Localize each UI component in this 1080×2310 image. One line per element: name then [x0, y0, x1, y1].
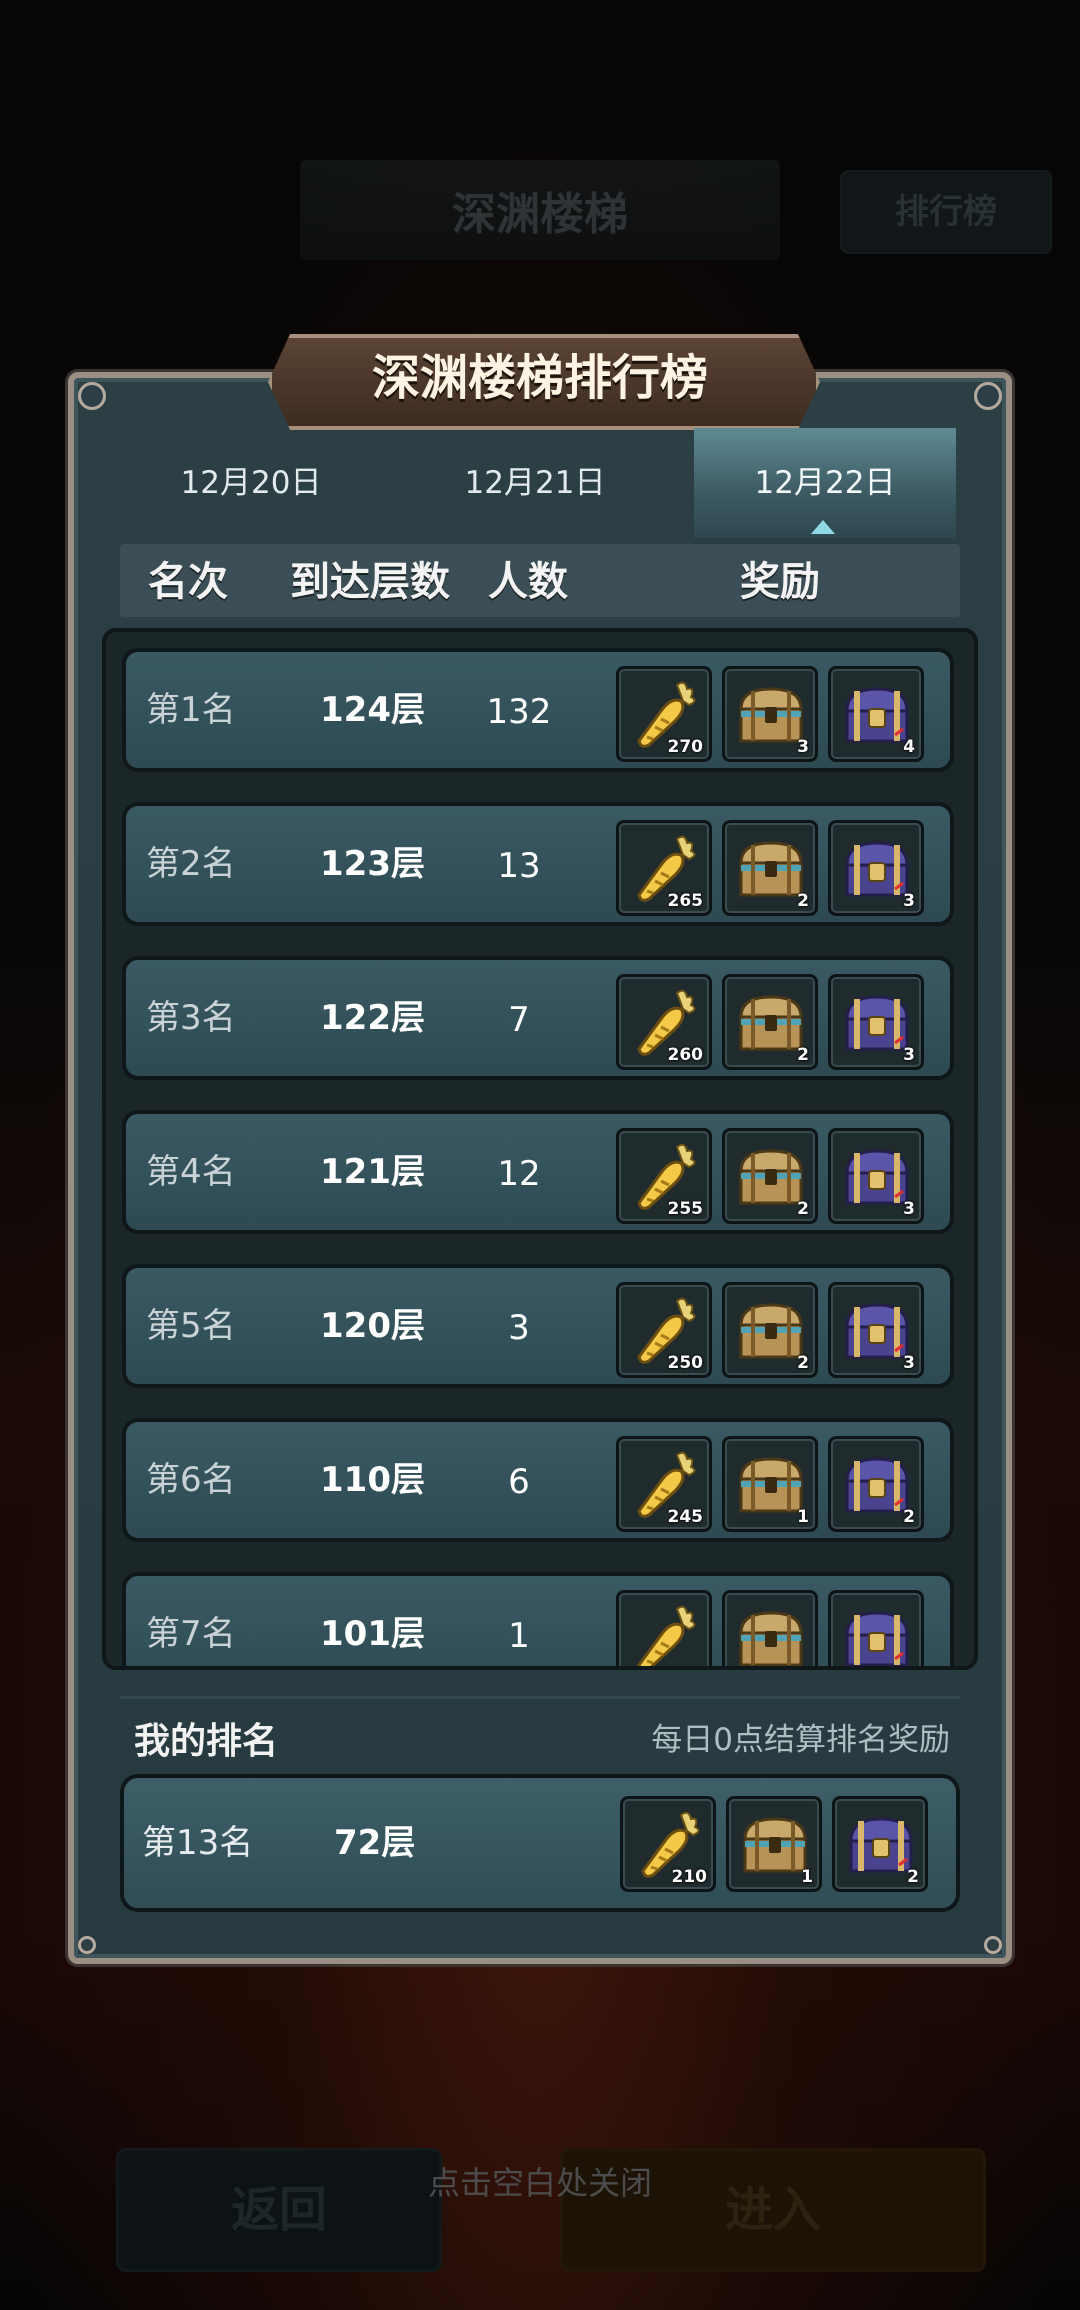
- my-rank-floor: 72层: [334, 1823, 416, 1863]
- reward-item[interactable]: [722, 1590, 818, 1666]
- tab-12-21[interactable]: 12月21日: [404, 428, 666, 538]
- rank-position: 第2名: [146, 844, 236, 884]
- reward-quantity: 2: [797, 1045, 809, 1065]
- player-count: 12: [497, 1154, 541, 1194]
- reward-item[interactable]: 265: [616, 820, 712, 916]
- player-count: 132: [486, 692, 552, 732]
- floor-reached: 101层: [320, 1614, 425, 1654]
- corner-ornament: [984, 1936, 1002, 1954]
- rank-position: 第1名: [146, 690, 236, 730]
- floor-reached: 124层: [320, 690, 425, 730]
- active-tab-indicator: [811, 520, 835, 534]
- my-rank-position: 第13名: [142, 1823, 254, 1863]
- reward-quantity: 3: [797, 737, 809, 757]
- reward-quantity: 3: [903, 1199, 915, 1219]
- reward-item[interactable]: 3: [722, 666, 818, 762]
- leaderboard-button: 排行榜: [840, 170, 1052, 254]
- reward-item[interactable]: 4: [828, 666, 924, 762]
- reward-item[interactable]: 3: [828, 1282, 924, 1378]
- reward-item[interactable]: 255: [616, 1128, 712, 1224]
- reward-item[interactable]: 250: [616, 1282, 712, 1378]
- player-count: 3: [508, 1308, 530, 1348]
- reward-quantity: 1: [801, 1867, 813, 1887]
- reward-item[interactable]: [616, 1590, 712, 1666]
- ranking-row: 第1名 124层 132 270 3 4: [122, 648, 954, 772]
- rank-position: 第3名: [146, 998, 236, 1038]
- ranking-row: 第4名 121层 12 255 2 3: [122, 1110, 954, 1234]
- reward-quantity: 250: [667, 1353, 704, 1373]
- floor-reached: 120层: [320, 1306, 425, 1346]
- reward-quantity: 255: [667, 1199, 704, 1219]
- reward-quantity: 3: [903, 1045, 915, 1065]
- reward-item[interactable]: 2: [828, 1436, 924, 1532]
- reward-item[interactable]: 1: [722, 1436, 818, 1532]
- column-rank: 名次: [148, 559, 228, 605]
- player-count: 6: [508, 1462, 530, 1502]
- reward-quantity: 2: [797, 1353, 809, 1373]
- rank-position: 第6名: [146, 1460, 236, 1500]
- player-count: 13: [497, 846, 541, 886]
- rank-position: 第4名: [146, 1152, 236, 1192]
- reward-item[interactable]: 3: [828, 1128, 924, 1224]
- reward-quantity: 210: [671, 1867, 708, 1887]
- settlement-note: 每日0点结算排名奖励: [651, 1722, 950, 1758]
- reward-quantity: 2: [797, 1199, 809, 1219]
- column-count: 人数: [488, 559, 568, 605]
- reward-item[interactable]: 2: [722, 1282, 818, 1378]
- divider: [120, 1696, 960, 1699]
- reward-item[interactable]: 1: [726, 1796, 822, 1892]
- ranking-list[interactable]: 第1名 124层 132 270 3 4 第2名 123层 13 265 2 3 第3名 122层 7 260…: [102, 628, 978, 1670]
- reward-item[interactable]: 2: [832, 1796, 928, 1892]
- reward-item[interactable]: [828, 1590, 924, 1666]
- reward-quantity: 270: [667, 737, 704, 757]
- corner-ornament: [78, 382, 106, 410]
- reward-item[interactable]: 2: [722, 1128, 818, 1224]
- reward-item[interactable]: 2: [722, 974, 818, 1070]
- reward-quantity: 245: [667, 1507, 704, 1527]
- ranking-row: 第5名 120层 3 250 2 3: [122, 1264, 954, 1388]
- reward-item[interactable]: 2: [722, 820, 818, 916]
- rank-position: 第7名: [146, 1614, 236, 1654]
- floor-reached: 110层: [320, 1460, 425, 1500]
- my-rank-label: 我的排名: [134, 1721, 279, 1762]
- reward-quantity: 4: [903, 737, 915, 757]
- ranking-row: 第2名 123层 13 265 2 3: [122, 802, 954, 926]
- corner-ornament: [78, 1936, 96, 1954]
- close-hint[interactable]: 点击空白处关闭: [0, 2158, 1080, 2204]
- reward-item[interactable]: 3: [828, 820, 924, 916]
- reward-quantity: 260: [667, 1045, 704, 1065]
- reward-quantity: 2: [797, 891, 809, 911]
- floor-reached: 122层: [320, 998, 425, 1038]
- reward-quantity: 265: [667, 891, 704, 911]
- corner-ornament: [974, 382, 1002, 410]
- reward-quantity: 3: [903, 1353, 915, 1373]
- column-header: 名次 到达层数 人数 奖励: [120, 544, 960, 620]
- floor-reached: 121层: [320, 1152, 425, 1192]
- floor-reached: 123层: [320, 844, 425, 884]
- tab-12-20[interactable]: 12月20日: [120, 428, 382, 538]
- reward-item[interactable]: 210: [620, 1796, 716, 1892]
- column-floor: 到达层数: [290, 559, 450, 605]
- ranking-row: 第6名 110层 6 245 1 2: [122, 1418, 954, 1542]
- reward-item[interactable]: 260: [616, 974, 712, 1070]
- reward-quantity: 1: [797, 1507, 809, 1527]
- my-rank-row: 第13名 72层 210 1 2: [120, 1774, 960, 1912]
- rank-position: 第5名: [146, 1306, 236, 1346]
- reward-item[interactable]: 270: [616, 666, 712, 762]
- column-reward: 奖励: [740, 559, 820, 605]
- background-title: 深渊楼梯: [452, 189, 628, 240]
- ranking-row: 第3名 122层 7 260 2 3: [122, 956, 954, 1080]
- dialog-title: 深渊楼梯排行榜: [371, 350, 708, 406]
- ranking-row: 第7名 101层 1: [122, 1572, 954, 1666]
- player-count: 7: [508, 1000, 530, 1040]
- reward-quantity: 2: [907, 1867, 919, 1887]
- reward-quantity: 2: [903, 1507, 915, 1527]
- reward-quantity: 3: [903, 891, 915, 911]
- reward-item[interactable]: 245: [616, 1436, 712, 1532]
- reward-item[interactable]: 3: [828, 974, 924, 1070]
- player-count: 1: [508, 1616, 530, 1656]
